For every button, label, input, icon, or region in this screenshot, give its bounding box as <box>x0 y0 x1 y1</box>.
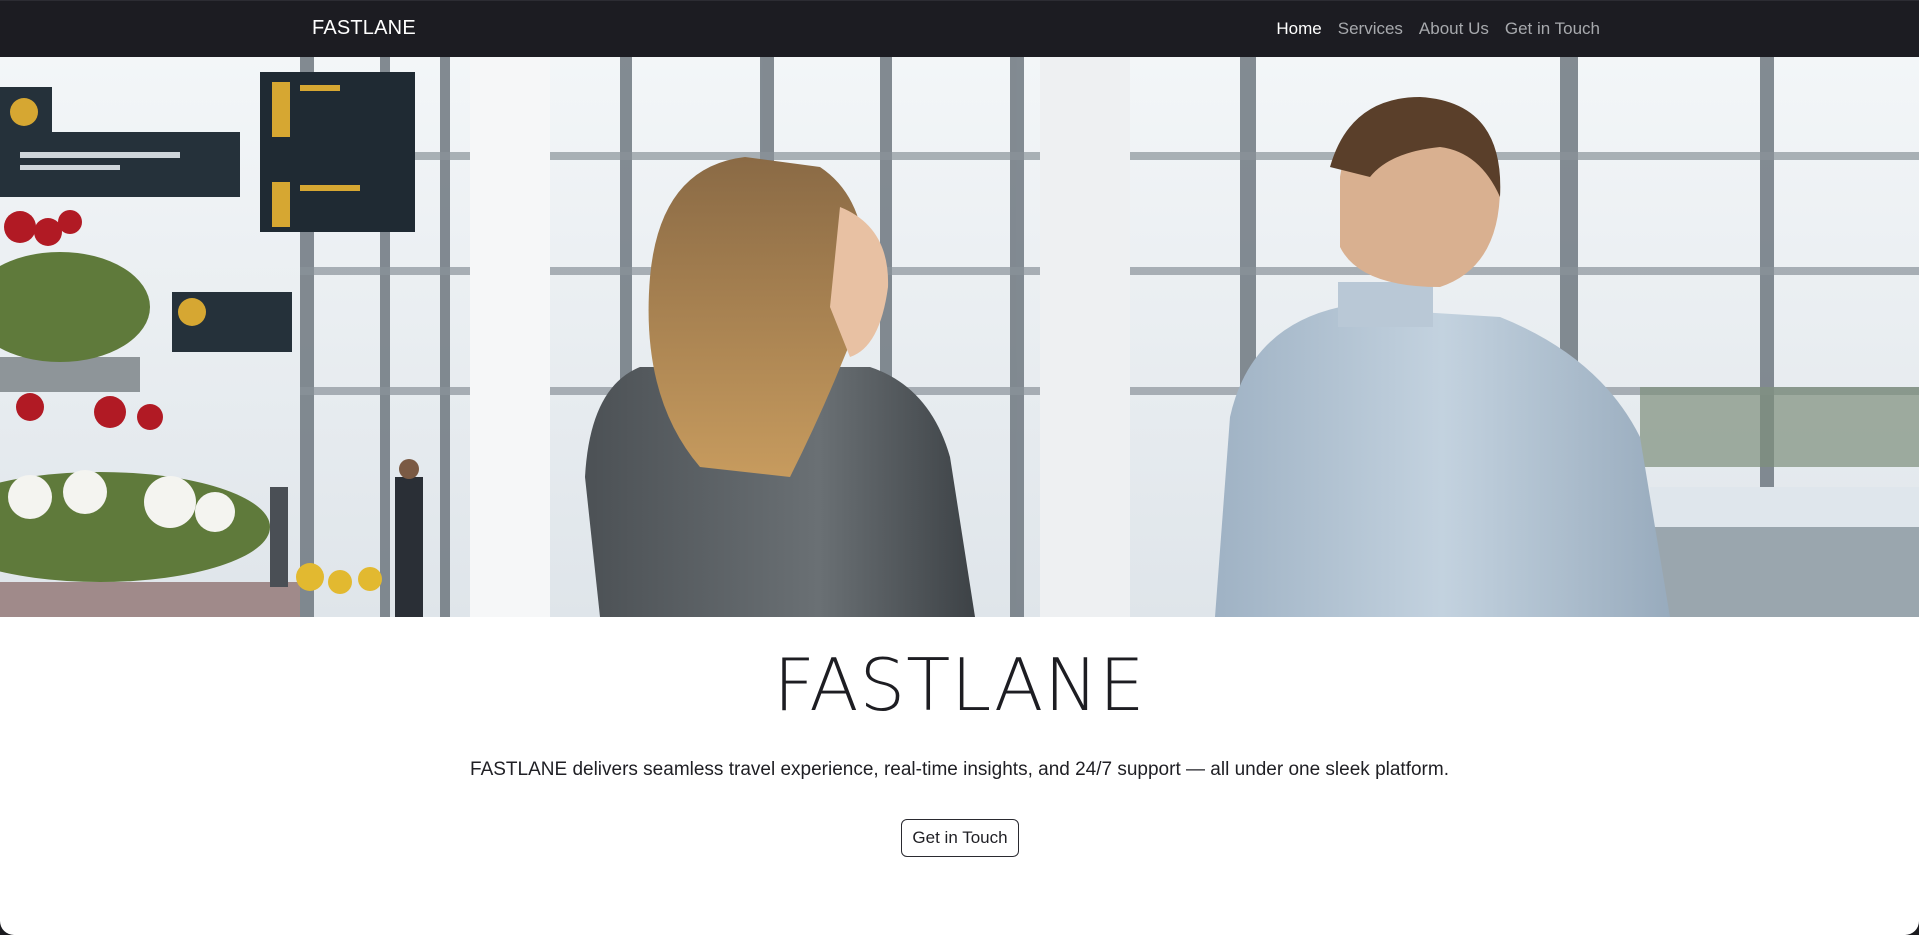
brand-logo[interactable]: FASTLANE <box>312 17 416 40</box>
nav-links: Home Services About Us Get in Touch <box>1260 19 1600 39</box>
hero-image <box>0 57 1919 617</box>
hero-photo-illustration <box>0 57 1919 617</box>
nav-link-home[interactable]: Home <box>1276 19 1321 39</box>
page-title: FASTLANE <box>773 643 1146 727</box>
hero-description: FASTLANE delivers seamless travel experi… <box>470 759 1449 780</box>
nav-link-get-in-touch[interactable]: Get in Touch <box>1505 19 1600 39</box>
get-in-touch-button[interactable]: Get in Touch <box>901 819 1019 857</box>
nav-link-services[interactable]: Services <box>1338 19 1403 39</box>
navbar: FASTLANE Home Services About Us Get in T… <box>0 0 1919 57</box>
nav-link-about-us[interactable]: About Us <box>1419 19 1489 39</box>
page: FASTLANE Home Services About Us Get in T… <box>0 0 1919 935</box>
